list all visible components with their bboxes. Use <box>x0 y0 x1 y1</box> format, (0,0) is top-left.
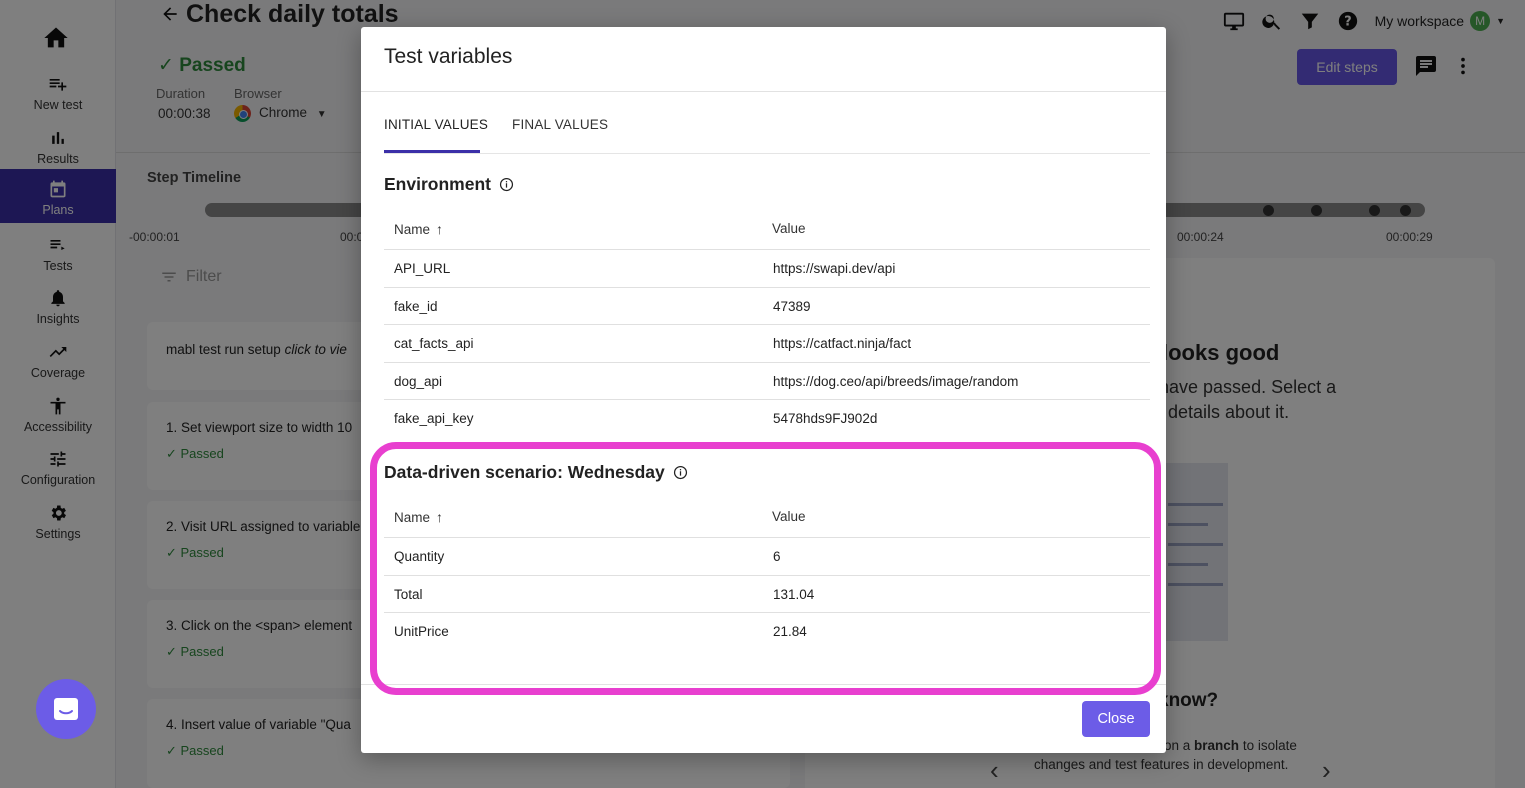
column-header-value: Value <box>772 509 806 524</box>
table-row: fake_api_key 5478hds9FJ902d <box>384 399 1150 437</box>
table-row: UnitPrice 21.84 <box>384 612 1150 650</box>
divider <box>384 153 1150 154</box>
close-button[interactable]: Close <box>1082 701 1150 737</box>
support-chat-button[interactable] <box>36 679 96 739</box>
scenario-table: Name ↑ Value Quantity 6 Total 131.04 UnitPr… <box>384 497 1150 650</box>
sort-arrow-up-icon: ↑ <box>436 509 444 525</box>
environment-table: Name ↑ Value API_URL https://swapi.dev/api… <box>384 209 1150 437</box>
table-row: fake_id 47389 <box>384 286 1150 325</box>
column-header-name[interactable]: Name ↑ <box>394 509 443 525</box>
table-header: Name ↑ Value <box>384 209 1150 249</box>
divider <box>361 91 1166 92</box>
table-header: Name ↑ Value <box>384 497 1150 537</box>
tab-final-values[interactable]: FINAL VALUES <box>512 117 608 132</box>
environment-section-title: Environment <box>384 174 514 195</box>
dialog-title: Test variables <box>384 45 513 68</box>
column-header-value: Value <box>772 221 806 236</box>
table-row: Total 131.04 <box>384 574 1150 613</box>
divider <box>361 684 1166 685</box>
tab-initial-values[interactable]: INITIAL VALUES <box>384 117 488 132</box>
table-row: cat_facts_api https://catfact.ninja/fact <box>384 324 1150 362</box>
test-variables-dialog: Test variables INITIAL VALUES FINAL VALU… <box>361 27 1166 753</box>
table-row: Quantity 6 <box>384 537 1150 575</box>
scenario-section-title: Data-driven scenario: Wednesday <box>384 462 688 483</box>
table-row: API_URL https://swapi.dev/api <box>384 249 1150 287</box>
info-icon[interactable] <box>499 177 514 192</box>
table-row: dog_api https://dog.ceo/api/breeds/image/… <box>384 361 1150 400</box>
sort-arrow-up-icon: ↑ <box>436 221 444 237</box>
chat-bubble-icon <box>54 698 78 720</box>
info-icon[interactable] <box>673 465 688 480</box>
column-header-name[interactable]: Name ↑ <box>394 221 443 237</box>
